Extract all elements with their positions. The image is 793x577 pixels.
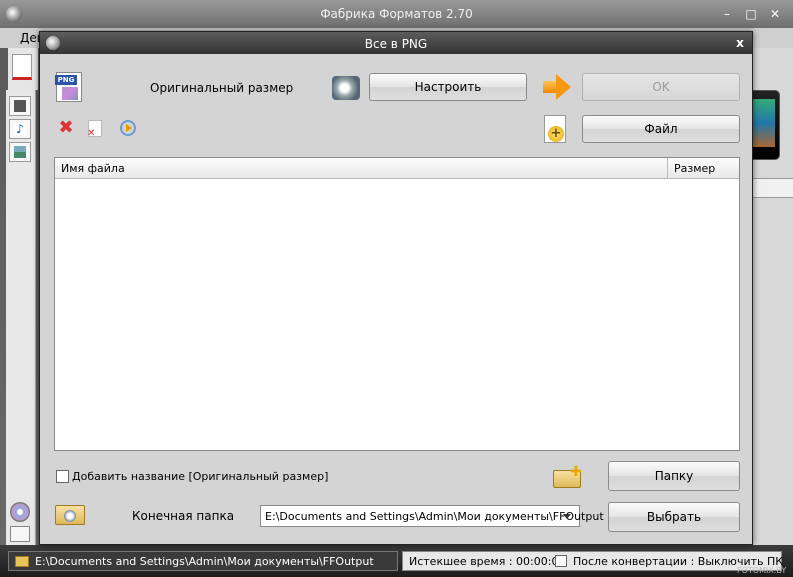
watermark: FOTOMIX.BY: [737, 566, 787, 575]
add-folder-icon[interactable]: ✚: [553, 464, 582, 488]
picture-icon: [62, 87, 78, 100]
settings-button[interactable]: Настроить: [369, 73, 527, 101]
png-format-badge: PNG: [55, 75, 77, 85]
plus-icon: +: [548, 126, 564, 142]
status-info: Истекшее время : 00:00:00 После конверта…: [402, 551, 783, 571]
dialog-title: Все в PNG: [364, 37, 428, 51]
status-path-text: E:\Documents and Settings\Admin\Мои доку…: [35, 555, 374, 568]
video-icon: [14, 100, 26, 112]
chevron-down-icon[interactable]: [563, 514, 571, 519]
play-icon[interactable]: [120, 120, 136, 136]
file-list-table[interactable]: Имя файла Размер: [54, 157, 740, 451]
png-format-icon: PNG: [55, 72, 82, 102]
elapsed-time: Истекшее время : 00:00:00: [409, 555, 566, 568]
main-titlebar: Фабрика Форматов 2.70 – □ ✕: [0, 0, 793, 28]
output-setting-label: Оригинальный размер: [150, 81, 294, 95]
ok-button[interactable]: OK: [582, 73, 740, 101]
play-triangle: [126, 124, 132, 132]
column-header-filename-label: Имя файла: [61, 162, 125, 175]
clear-x-mark: ✕: [87, 128, 96, 139]
column-header-size-label: Размер: [674, 162, 716, 175]
settings-icon[interactable]: [332, 76, 360, 100]
music-note-icon: ♪: [14, 123, 26, 135]
after-conversion-checkbox[interactable]: [555, 555, 567, 567]
close-window-icon[interactable]: ✕: [764, 4, 786, 24]
maximize-icon[interactable]: □: [740, 4, 762, 24]
sidebar-video-button[interactable]: [9, 96, 31, 116]
destination-folder-select[interactable]: E:\Documents and Settings\Admin\Мои доку…: [260, 505, 604, 527]
clear-list-icon[interactable]: ✕: [87, 120, 102, 139]
destination-folder-value: E:\Documents and Settings\Admin\Мои доку…: [265, 510, 604, 523]
arrow-shaft: [543, 81, 557, 93]
add-folder-button[interactable]: Папку: [608, 461, 740, 491]
minimize-icon[interactable]: –: [716, 4, 738, 24]
convert-dialog: Все в PNG x PNG Оригинальный размер Наст…: [39, 31, 753, 545]
browse-button[interactable]: Выбрать: [608, 502, 740, 532]
dialog-titlebar: Все в PNG x: [40, 32, 752, 54]
column-header-filename[interactable]: Имя файла: [55, 158, 668, 179]
main-window-title: Фабрика Форматов 2.70: [320, 7, 473, 21]
sidebar-audio-button[interactable]: ♪: [9, 119, 31, 139]
folder-plus-mark: ✚: [570, 464, 582, 480]
status-bar: E:\Documents and Settings\Admin\Мои доку…: [0, 545, 793, 577]
add-name-label: Добавить название [Оригинальный размер]: [72, 470, 329, 483]
add-name-checkbox[interactable]: [56, 470, 69, 483]
remove-icon[interactable]: ✖: [58, 119, 74, 137]
add-file-icon[interactable]: +: [544, 115, 566, 143]
folder-icon: [15, 556, 29, 567]
dialog-close-icon[interactable]: x: [732, 35, 748, 51]
status-output-path[interactable]: E:\Documents and Settings\Admin\Мои доку…: [8, 551, 398, 571]
cd-disc-icon[interactable]: [10, 502, 30, 522]
arrow-head: [556, 74, 571, 100]
column-header-size[interactable]: Размер: [668, 158, 739, 179]
arrow-right-icon: [543, 74, 571, 100]
main-sidebar: ♪: [6, 90, 36, 545]
destination-folder-label: Конечная папка: [132, 509, 235, 523]
file-table-header: Имя файла Размер: [55, 158, 739, 179]
document-icon[interactable]: [12, 54, 32, 80]
add-file-button[interactable]: Файл: [582, 115, 740, 143]
output-folder-icon[interactable]: [55, 501, 85, 525]
sidebar-image-button[interactable]: [9, 142, 31, 162]
gear-icon: [64, 510, 76, 522]
dialog-body: PNG Оригинальный размер Настроить OK ✖ ✕…: [40, 54, 752, 544]
phone-screen: [753, 99, 775, 147]
panel-icon[interactable]: [10, 526, 30, 542]
image-icon: [14, 146, 26, 158]
